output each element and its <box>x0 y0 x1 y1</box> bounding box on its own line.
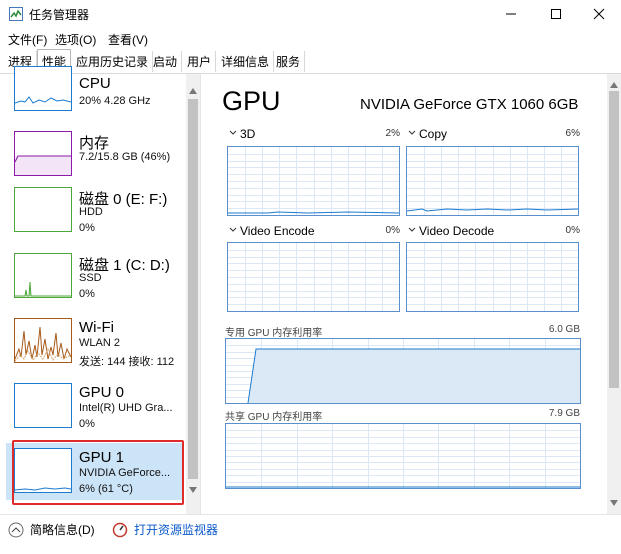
engine-label-video-decode[interactable]: Video Decode <box>419 224 494 238</box>
shared-memory-label: 共享 GPU 内存利用率 <box>225 412 323 423</box>
cpu-thumbnail <box>14 66 72 111</box>
sidebar-item-disk0[interactable]: 磁盘 0 (E: F:) HDD 0% <box>0 183 186 248</box>
engine-label-3d[interactable]: 3D <box>240 127 255 141</box>
sidebar-item-name: Wi-Fi <box>79 319 114 336</box>
dedicated-memory-max: 6.0 GB <box>548 324 580 335</box>
resource-monitor-icon <box>112 522 128 537</box>
graph-shared-memory <box>225 423 581 489</box>
dedicated-memory-label: 专用 GPU 内存利用率 <box>225 328 323 339</box>
graph-video-decode <box>406 242 579 312</box>
scroll-down-arrow-icon[interactable] <box>609 496 619 510</box>
menu-options[interactable]: 选项(O) <box>55 31 96 48</box>
sidebar-item-type: SSD <box>79 272 102 284</box>
menu-file[interactable]: 文件(F) <box>8 31 47 48</box>
sidebar-item-wifi[interactable]: Wi-Fi WLAN 2 发送: 144 接收: 112 <box>0 314 186 379</box>
engine-pct-video-encode: 0% <box>385 225 400 236</box>
maximize-icon <box>551 9 561 19</box>
sidebar-item-adapter: WLAN 2 <box>79 337 120 349</box>
open-resource-monitor-label: 打开资源监视器 <box>134 523 219 537</box>
sidebar-item-gpu0[interactable]: GPU 0 Intel(R) UHD Gra... 0% <box>0 379 186 444</box>
sidebar-item-usage: 0% <box>79 222 95 234</box>
page-title: GPU <box>222 86 281 116</box>
fewer-details-button[interactable]: 简略信息(D) <box>8 521 95 538</box>
graph-copy <box>406 146 579 216</box>
wifi-thumbnail <box>14 318 72 363</box>
graph-gridlines <box>226 424 580 488</box>
sidebar-item-throughput: 发送: 144 接收: 112 <box>79 356 175 368</box>
selection-highlight-box <box>12 440 184 505</box>
sidebar-item-usage: 0% <box>79 418 95 430</box>
sidebar-item-usage: 0% <box>79 288 95 300</box>
scroll-up-arrow-icon[interactable] <box>188 84 198 98</box>
sidebar-item-detail: 20% 4.28 GHz <box>79 95 151 107</box>
graph-gridlines <box>228 243 399 311</box>
sidebar-item-name: CPU <box>79 75 111 92</box>
disk1-thumbnail <box>14 253 72 298</box>
engine-pct-video-decode: 0% <box>565 225 580 236</box>
graph-dedicated-memory <box>225 338 581 404</box>
memory-thumbnail <box>14 131 72 176</box>
chevron-down-icon[interactable] <box>408 126 416 140</box>
window-title: 任务管理器 <box>29 8 90 22</box>
minimize-button[interactable] <box>489 0 533 28</box>
sidebar-item-detail: 7.2/15.8 GB (46%) <box>79 151 171 163</box>
task-manager-icon <box>9 7 23 21</box>
tab-details[interactable]: 详细信息 <box>217 51 275 72</box>
sidebar-scroll-thumb[interactable] <box>188 99 198 479</box>
sidebar-item-disk1[interactable]: 磁盘 1 (C: D:) SSD 0% <box>0 249 186 314</box>
open-resource-monitor-link[interactable]: 打开资源监视器 <box>112 521 218 538</box>
gpu-model-name: NVIDIA GeForce GTX 1060 6GB <box>360 96 579 113</box>
scroll-down-arrow-icon[interactable] <box>188 483 198 497</box>
sidebar-item-name: GPU 0 <box>79 384 125 401</box>
engine-pct-copy: 6% <box>565 128 580 139</box>
sidebar-item-cpu[interactable]: CPU 20% 4.28 GHz <box>0 62 186 127</box>
scroll-up-arrow-icon[interactable] <box>609 78 619 92</box>
sidebar-item-model: Intel(R) UHD Gra... <box>79 402 173 414</box>
fewer-details-label: 简略信息(D) <box>30 523 95 537</box>
tab-users[interactable]: 用户 <box>183 51 217 72</box>
graph-video-encode <box>227 242 400 312</box>
maximize-button[interactable] <box>534 0 578 28</box>
chevron-up-circle-icon <box>8 522 24 537</box>
graph-gridlines <box>407 147 578 215</box>
minimize-icon <box>506 13 516 15</box>
close-icon <box>593 8 605 20</box>
chevron-down-icon[interactable] <box>229 126 237 140</box>
graph-3d <box>227 146 400 216</box>
shared-memory-max: 7.9 GB <box>548 408 580 419</box>
detail-scroll-thumb[interactable] <box>609 91 619 388</box>
sidebar-item-type: HDD <box>79 206 103 218</box>
engine-pct-3d: 2% <box>385 128 400 139</box>
chevron-down-icon[interactable] <box>408 223 416 237</box>
menu-view[interactable]: 查看(V) <box>108 31 148 48</box>
tab-services[interactable]: 服务 <box>272 51 306 72</box>
graph-gridlines <box>407 243 578 311</box>
chevron-down-icon[interactable] <box>229 223 237 237</box>
sidebar-item-name: 内存 <box>79 135 110 152</box>
close-button[interactable] <box>577 0 621 28</box>
gpu0-thumbnail <box>14 383 72 428</box>
engine-label-video-encode[interactable]: Video Encode <box>240 224 315 238</box>
engine-label-copy[interactable]: Copy <box>419 127 447 141</box>
disk0-thumbnail <box>14 187 72 232</box>
graph-gridlines <box>228 147 399 215</box>
